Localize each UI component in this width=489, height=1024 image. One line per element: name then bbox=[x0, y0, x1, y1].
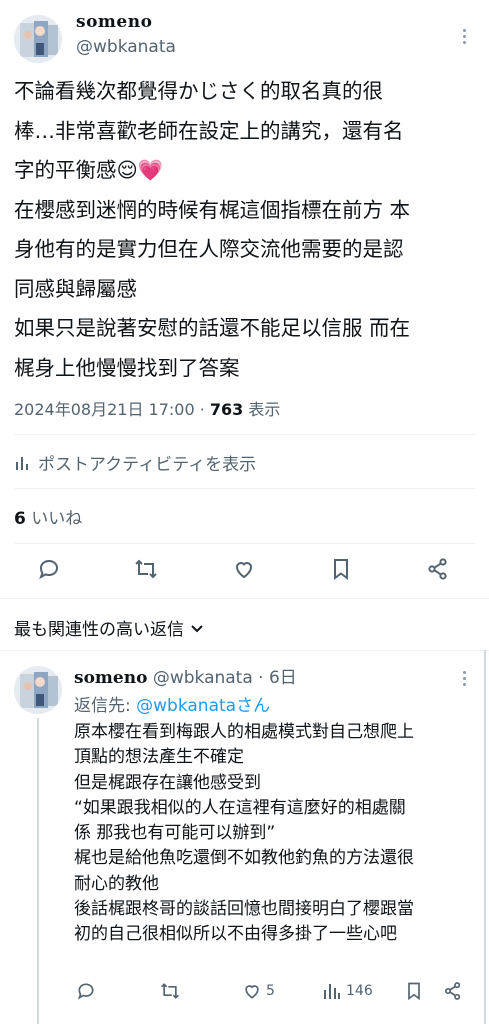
divider bbox=[0, 650, 489, 651]
likes-summary[interactable]: 6 いいね bbox=[14, 504, 82, 529]
reply-icon bbox=[77, 983, 94, 1000]
reply-author-name[interactable]: someno bbox=[74, 668, 147, 688]
reply-line: 後話梶跟柊哥的談話回憶也間接明白了櫻跟當 bbox=[74, 899, 414, 920]
reply-views-button[interactable]: 146 bbox=[322, 978, 373, 1004]
heart-icon bbox=[245, 985, 259, 999]
reply-to-prefix: 返信先: bbox=[74, 696, 137, 716]
tweet-line: 身他有的是實力但在人際交流他需要的是認 bbox=[14, 237, 404, 261]
reply-line: 梶也是給他魚吃還倒不如教他釣魚的方法還很 bbox=[74, 848, 414, 869]
reply-line: 初的自己很相似所以不由得多掛了一些心吧 bbox=[74, 924, 397, 945]
tweet-timestamp[interactable]: 2024年08月21日 17:00 bbox=[14, 400, 195, 419]
reply-text: 原本櫻在看到梅跟人的相處模式對自己想爬上 頂點的想法產生不確定 但是梶跟存在讓他… bbox=[74, 720, 478, 948]
tweet-meta: 2024年08月21日 17:00 · 763 表示 bbox=[14, 396, 280, 420]
tweet-text: 不論看幾次都覺得かじさく的取名真的很 棒…非常喜歡老師在設定上的講究，還有名 字… bbox=[14, 72, 478, 388]
likes-count: 6 bbox=[14, 509, 26, 529]
reply-retweet-button[interactable] bbox=[160, 978, 180, 1004]
chevron-down-icon bbox=[191, 624, 203, 632]
meta-separator: · bbox=[194, 400, 210, 419]
analytics-icon bbox=[324, 984, 340, 999]
views-count: 763 bbox=[209, 400, 244, 419]
more-options-icon[interactable] bbox=[454, 24, 474, 48]
reply-like-button[interactable]: 5 bbox=[242, 978, 275, 1004]
reply-line: “如果跟我相似的人在這裡有這麼好的相處關 bbox=[74, 797, 406, 818]
reply-line: 係 那我也有可能可以辦到” bbox=[74, 823, 276, 844]
reply-to-line: 返信先: @wbkanataさん bbox=[74, 691, 270, 716]
divider bbox=[0, 598, 489, 599]
reply-sort-label: 最も関連性の高い返信 bbox=[14, 620, 184, 640]
share-icon bbox=[428, 558, 447, 580]
bookmark-icon bbox=[334, 559, 348, 580]
reply-header: someno @wbkanata · 6日 bbox=[74, 663, 297, 688]
analytics-icon bbox=[16, 456, 28, 470]
reply-more-options-icon[interactable] bbox=[454, 666, 474, 690]
tweet-line: 棒…非常喜歡老師在設定上的講究，還有名 bbox=[14, 118, 404, 143]
reply-line: 但是梶跟存在讓他感受到 bbox=[74, 772, 261, 793]
author-avatar[interactable] bbox=[14, 15, 62, 63]
scrollbar-track bbox=[484, 650, 486, 1024]
share-icon bbox=[445, 982, 461, 1000]
reply-share-button[interactable] bbox=[443, 978, 463, 1004]
tweet-line: 同感與歸屬感 bbox=[14, 276, 137, 301]
reply-like-count: 5 bbox=[266, 983, 275, 999]
reply-to-mention[interactable]: @wbkanataさん bbox=[136, 696, 270, 716]
reply-icon bbox=[39, 559, 59, 580]
divider bbox=[14, 543, 475, 544]
reply-bookmark-button[interactable] bbox=[404, 978, 424, 1004]
author-display-name[interactable]: someno bbox=[76, 12, 152, 32]
retweet-icon bbox=[135, 559, 157, 579]
reply-button[interactable] bbox=[35, 555, 63, 583]
reply-sort-selector[interactable]: 最も関連性の高い返信 bbox=[14, 615, 204, 640]
bookmark-button[interactable] bbox=[327, 555, 355, 583]
reply-line: 耐心的教他 bbox=[74, 873, 159, 894]
post-activity-link[interactable]: ポストアクティビティを表示 bbox=[14, 450, 256, 475]
tweet-line: 在櫻感到迷惘的時候有梶這個指標在前方 本 bbox=[14, 197, 411, 222]
thread-line bbox=[37, 718, 39, 1024]
tweet-line: 如果只是說著安慰的話還不能足以信服 而在 bbox=[14, 316, 411, 340]
reply-view-count: 146 bbox=[346, 983, 373, 999]
retweet-icon bbox=[161, 983, 179, 999]
divider bbox=[14, 434, 475, 435]
like-button[interactable] bbox=[230, 555, 258, 583]
share-button[interactable] bbox=[424, 555, 452, 583]
retweet-button[interactable] bbox=[132, 555, 160, 583]
tweet-line: 字的平衡感😌💗 bbox=[14, 158, 164, 182]
author-handle[interactable]: @wbkanata bbox=[76, 37, 176, 57]
likes-label: いいね bbox=[25, 509, 83, 529]
reply-author-avatar[interactable] bbox=[14, 666, 62, 714]
heart-icon bbox=[235, 562, 253, 579]
reply-time[interactable]: · 6日 bbox=[253, 668, 297, 688]
reply-line: 原本櫻在看到梅跟人的相處模式對自己想爬上 bbox=[74, 722, 414, 742]
tweet-line: 不論看幾次都覺得かじさく的取名真的很 bbox=[14, 79, 383, 103]
divider bbox=[14, 488, 475, 489]
reply-author-handle[interactable]: @wbkanata bbox=[147, 668, 253, 688]
bookmark-icon bbox=[408, 982, 420, 1001]
post-activity-label: ポストアクティビティを表示 bbox=[38, 455, 257, 475]
reply-line: 頂點的想法產生不確定 bbox=[74, 747, 244, 768]
tweet-line: 梶身上他慢慢找到了答案 bbox=[14, 355, 240, 380]
views-label: 表示 bbox=[243, 400, 281, 419]
reply-reply-button[interactable] bbox=[76, 978, 96, 1004]
